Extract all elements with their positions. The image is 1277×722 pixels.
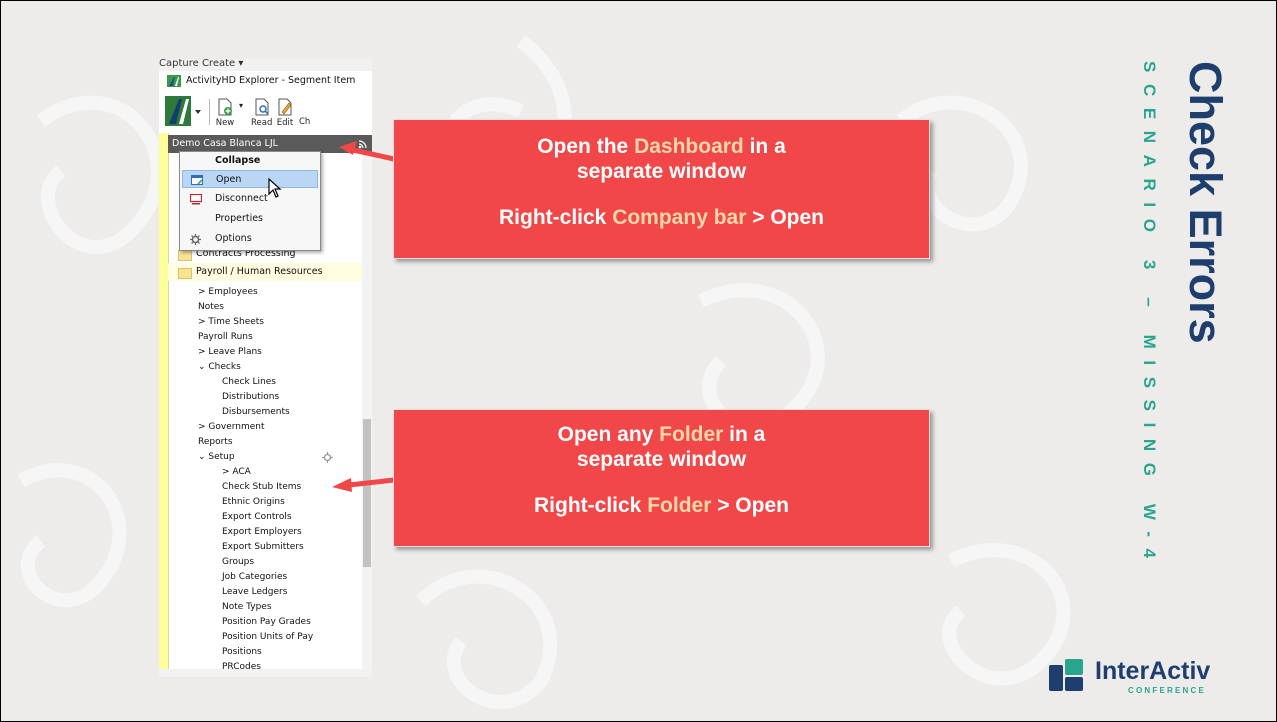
callout-line1: Open any Folder in a [394,422,929,447]
text: Right-click [534,494,648,517]
slide-subtitle-text: SCENARIO 3 – MISSING W-4 [1140,61,1159,570]
arrow-head-company-bar [339,141,357,155]
slide: Capture Create ▾ ActivityHD Explorer - S… [0,0,1277,722]
logo-sub: CONFERENCE [1128,686,1207,695]
callout-line1: Open the Dashboard in a [394,134,929,159]
highlight-text: Folder [647,494,712,517]
arrow-to-company-bar [352,147,395,162]
interactiv-logo-icon [1049,659,1083,691]
highlight-text: Company bar [612,206,747,229]
text: > Open [746,206,824,229]
slide-title: Check Errors [1180,61,1231,481]
text: Open the [537,135,635,158]
text: in a [743,135,786,158]
slide-title-text: Check Errors [1180,61,1231,344]
text: in a [723,423,766,446]
slide-subtitle: SCENARIO 3 – MISSING W-4 [1139,61,1159,601]
text: Open any [557,423,660,446]
callout-arrows [332,141,395,492]
callout-line3: Right-click Folder > Open [394,493,929,518]
arrow-to-folder [348,477,395,488]
callout-line2: separate window [576,160,747,183]
callout-line2: separate window [576,448,747,471]
text: > Open [711,494,789,517]
callout-open-folder: Open any Folder in a separate window Rig… [393,409,930,547]
highlight-text: Folder [659,423,724,446]
logo-name: InterActiv [1095,657,1211,685]
callout-open-dashboard: Open the Dashboard in a separate window … [393,119,930,259]
callout-line3: Right-click Company bar > Open [394,205,929,230]
highlight-text: Dashboard [634,135,744,158]
text: Right-click [499,206,613,229]
interactiv-logo: InterActiv CONFERENCE [1049,657,1259,697]
arrow-head-folder [332,478,352,492]
